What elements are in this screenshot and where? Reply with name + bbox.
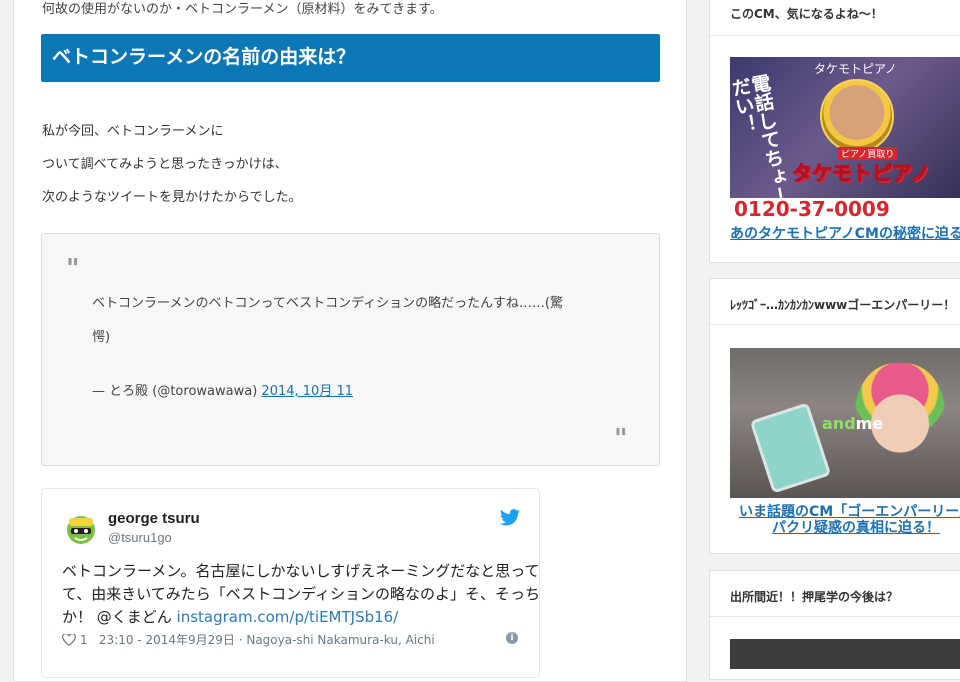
quote-text: 愕) [92, 330, 111, 345]
tweet-text-tail: か！ @くまどん [62, 608, 177, 626]
tweet-timestamp[interactable]: 23:10 - 2014年9月29日 · Nagoya-shi Nakamura… [99, 633, 435, 647]
twitter-bird-icon[interactable] [500, 509, 520, 526]
tweet-meta: 1 23:10 - 2014年9月29日 · Nagoya-shi Nakamu… [62, 631, 435, 648]
sidebar-widget-goen: ﾚｯﾂｺﾞｰ…ｶﾝｶﾝｶﾝwwwゴーエンパーリー！ andme いま話題のCM「… [709, 278, 960, 554]
widget-divider [710, 616, 960, 617]
tweet-author-name[interactable]: george tsuru [108, 510, 200, 527]
info-icon[interactable]: i [506, 632, 518, 644]
widget-divider [710, 35, 960, 36]
heart-icon[interactable] [62, 633, 76, 647]
sidebar-widget-takemoto: このCM、気になるよね〜！ タケモトピアノ 電話してちょーだい！ ピアノ買取り … [709, 0, 960, 263]
paragraph: ついて調べてみようと思ったきっかけは、 [42, 157, 288, 172]
like-count: 1 [79, 633, 88, 647]
quote-close-icon: " [614, 424, 628, 454]
widget-caption-link[interactable]: パクリ疑惑の真相に迫る！ [772, 517, 940, 537]
ad-brand: タケモトピアノ [791, 161, 931, 186]
quote-open-icon: " [66, 254, 80, 284]
attribution-author: — とろ殿 (@torowawawa) [92, 384, 258, 399]
ad-top-text: タケモトピアノ [814, 62, 897, 76]
tweet-link[interactable]: instagram.com/p/tiEMTJSb16/ [177, 608, 399, 626]
quote-text: ベトコンラーメンのベトコンってベストコンディションの略だったんすね……(驚 [92, 296, 563, 311]
sidebar-widget-oshio: 出所間近！！押尾学の今後は？ [709, 570, 960, 680]
ad-phone-figure [749, 402, 832, 494]
tweet-text: ベトコンラーメン。名古屋にしかないしすげえネーミングだなと思って [62, 562, 540, 580]
andme-ad-image[interactable]: andme [730, 348, 960, 498]
andme-logo: andme [822, 414, 884, 433]
paragraph: 次のようなツイートを見かけたからでした。 [42, 190, 302, 205]
oshio-image[interactable] [730, 639, 960, 669]
paragraph: 私が今回、ベトコンラーメンに [42, 124, 224, 139]
embedded-tweet[interactable]: george tsuru @tsuru1go ベトコンラーメン。名古屋にしかない… [41, 488, 540, 678]
quote-date-link[interactable]: 2014, 10月 11 [261, 384, 353, 399]
takemoto-ad-banner[interactable]: タケモトピアノ 電話してちょーだい！ ピアノ買取り タケモトピアノ 0120-3… [730, 57, 960, 222]
tweet-author-handle[interactable]: @tsuru1go [108, 530, 172, 545]
blockquote: " ベトコンラーメンのベトコンってベストコンディションの略だったんすね……(驚 … [41, 233, 660, 466]
widget-title: ﾚｯﾂｺﾞｰ…ｶﾝｶﾝｶﾝwwwゴーエンパーリー！ [730, 298, 956, 312]
ad-phone-number: 0120-37-0009 [734, 197, 890, 221]
ad-portrait [820, 79, 894, 153]
cut-off-text: 何故の使用がないのか・ベトコンラーメン（原材料）をみてきます。 [42, 2, 443, 17]
avatar-icon[interactable] [64, 511, 98, 545]
tweet-text: て、由来きいてみたら「ベストコンディションの略なのよ」そ、そっち [62, 585, 541, 603]
tweet-text: か！ @くまどん instagram.com/p/tiEMTJSb16/ [62, 606, 398, 627]
widget-title: 出所間近！！押尾学の今後は？ [730, 590, 899, 604]
section-heading: ベトコンラーメンの名前の由来は？ [41, 34, 660, 82]
widget-caption-link[interactable]: あのタケモトピアノCMの秘密に迫る [730, 223, 960, 243]
quote-attribution: — とろ殿 (@torowawawa) 2014, 10月 11 [92, 380, 353, 399]
widget-divider [710, 324, 960, 325]
widget-title: このCM、気になるよね〜！ [730, 7, 883, 21]
